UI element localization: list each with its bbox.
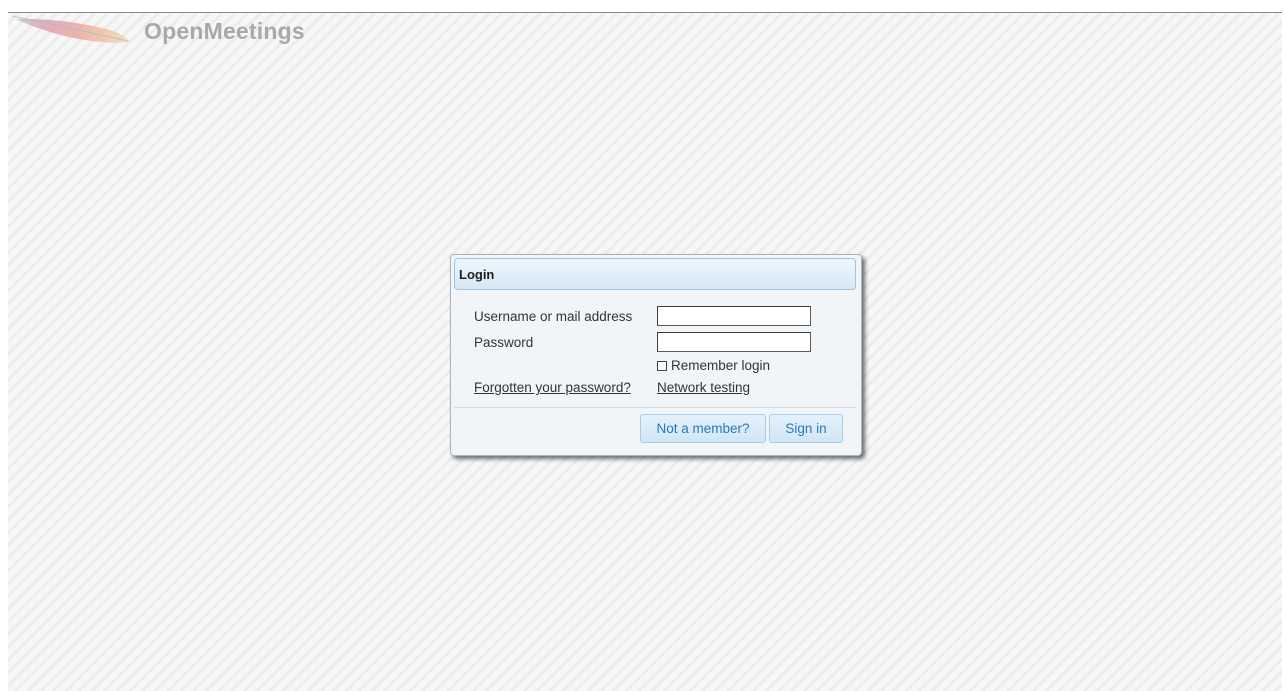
checkbox-icon[interactable] xyxy=(657,360,667,371)
network-testing-link[interactable]: Network testing xyxy=(657,380,750,395)
remember-login-label: Remember login xyxy=(671,358,771,373)
app-header: OpenMeetings xyxy=(10,14,350,50)
dialog-titlebar[interactable]: Login xyxy=(454,258,856,290)
forgot-password-link[interactable]: Forgotten your password? xyxy=(474,380,631,395)
username-input[interactable] xyxy=(657,306,811,326)
not-a-member-button[interactable]: Not a member? xyxy=(640,414,766,443)
sign-in-button[interactable]: Sign in xyxy=(769,414,843,443)
apache-feather-icon xyxy=(11,15,130,43)
dialog-title: Login xyxy=(459,267,495,282)
remember-login-checkbox[interactable]: Remember login xyxy=(657,358,770,373)
dialog-separator xyxy=(454,407,856,408)
username-label: Username or mail address xyxy=(474,309,633,324)
password-input[interactable] xyxy=(657,332,811,352)
login-dialog: Login Username or mail address Password … xyxy=(450,254,862,456)
app-title: OpenMeetings xyxy=(144,18,305,44)
password-label: Password xyxy=(474,335,534,350)
